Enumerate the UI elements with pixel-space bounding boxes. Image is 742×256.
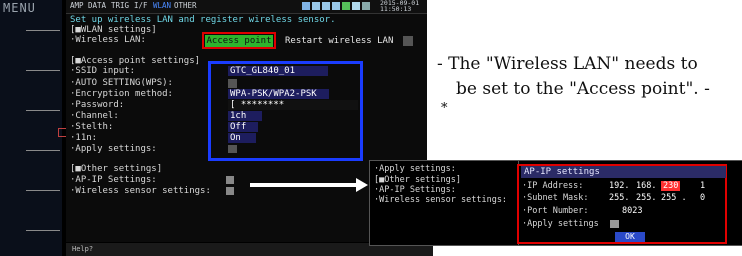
zoom-ap-ip-label: ·AP-IP Settings: — [374, 185, 456, 195]
wifi-icon — [342, 2, 350, 10]
battery-icon — [352, 2, 360, 10]
mask-octet-2[interactable]: 255. — [636, 193, 656, 203]
wireless-lan-label: ·Wireless LAN: — [70, 35, 146, 45]
power-icon — [362, 2, 370, 10]
scale-tick — [26, 190, 60, 191]
play-icon[interactable] — [403, 36, 413, 46]
ok-button[interactable]: OK — [615, 232, 645, 242]
password-label: ·Password: — [70, 100, 125, 110]
ap-settings-header: [■Access point settings] — [70, 56, 201, 66]
tab-trig[interactable]: TRIG — [111, 1, 129, 10]
channel-label: ·Channel: — [70, 111, 119, 121]
zoom-other-header: [■Other settings] — [374, 175, 461, 185]
scale-tick — [26, 150, 60, 151]
pointer-arrow-shaft — [250, 183, 362, 187]
auto-setting-label: ·AUTO SETTING(WPS): — [70, 78, 173, 88]
zoom-sensor-label: ·Wireless sensor settings: — [374, 195, 508, 205]
mask-octet-1[interactable]: 255. — [609, 193, 629, 203]
usb-icon — [322, 2, 330, 10]
datetime: 2015-09-01 11:50:13 — [380, 0, 419, 12]
sd-card-icon — [312, 2, 320, 10]
scale-tick — [26, 230, 60, 231]
subnet-mask-label: ·Subnet Mask: — [522, 193, 589, 203]
ap-ip-panel-title: AP-IP settings — [521, 166, 726, 178]
zoom-apply-settings-label: ·Apply settings — [522, 219, 599, 229]
restart-wireless-lan-button[interactable]: Restart wireless LAN — [285, 36, 393, 46]
ssid-label: ·SSID input: — [70, 66, 136, 76]
ip-octet-4[interactable]: 1 — [700, 181, 705, 191]
mask-octet-4[interactable]: 0 — [700, 193, 705, 203]
tab-wlan[interactable]: WLAN — [153, 1, 171, 10]
memory-icon — [302, 2, 310, 10]
instruction-note: - The "Wireless LAN" needs to be set to … — [437, 52, 737, 116]
11n-label: ·11n: — [70, 133, 98, 143]
pointer-arrow-head — [356, 178, 368, 192]
tab-if[interactable]: I/F — [134, 1, 148, 10]
scale-tick — [26, 110, 60, 111]
menu-sidebar: MENU — [0, 0, 62, 256]
tab-bar: AMP DATA TRIG I/F WLAN OTHER — [66, 0, 427, 14]
sensor-settings-label: ·Wireless sensor settings: — [70, 186, 211, 196]
zoom-apply-button[interactable] — [610, 220, 619, 228]
note-line-1: - The "Wireless LAN" needs to — [437, 54, 698, 74]
stealth-label: ·Stelth: — [70, 122, 114, 132]
ip-address-label: ·IP Address: — [522, 181, 584, 191]
wlan-settings-header: [■WLAN settings] — [70, 25, 157, 35]
note-line-2: be set to the "Access point". - — [456, 79, 710, 99]
ip-octet-2[interactable]: 168. — [636, 181, 656, 191]
screen-title: Set up wireless LAN and register wireles… — [70, 15, 336, 25]
mask-octet-3[interactable]: 255 . — [661, 193, 687, 203]
tab-amp[interactable]: AMP — [70, 1, 84, 10]
apply-settings-label: ·Apply settings: — [70, 144, 157, 154]
highlight-box — [202, 32, 276, 49]
other-settings-header: [■Other settings] — [70, 164, 163, 174]
port-number-field[interactable]: 8023 — [622, 206, 642, 216]
ip-octet-3[interactable]: 230 — [661, 181, 681, 191]
encryption-label: ·Encryption method: — [70, 89, 173, 99]
tab-data[interactable]: DATA — [88, 1, 106, 10]
sensor-settings-button[interactable] — [226, 187, 234, 195]
menu-label[interactable]: MENU — [3, 1, 36, 15]
note-line-3: * — [441, 101, 448, 116]
highlight-box-blue — [208, 61, 363, 161]
scale-tick — [26, 30, 60, 31]
scale-tick — [26, 70, 60, 71]
ap-ip-settings-label: ·AP-IP Settings: — [70, 175, 157, 185]
port-number-label: ·Port Number: — [522, 206, 589, 216]
zoom-apply-label: ·Apply settings: — [374, 164, 456, 174]
ip-octet-1[interactable]: 192. — [609, 181, 629, 191]
tab-other[interactable]: OTHER — [174, 1, 197, 10]
ap-ip-settings-button[interactable] — [226, 176, 234, 184]
lan-icon — [332, 2, 340, 10]
